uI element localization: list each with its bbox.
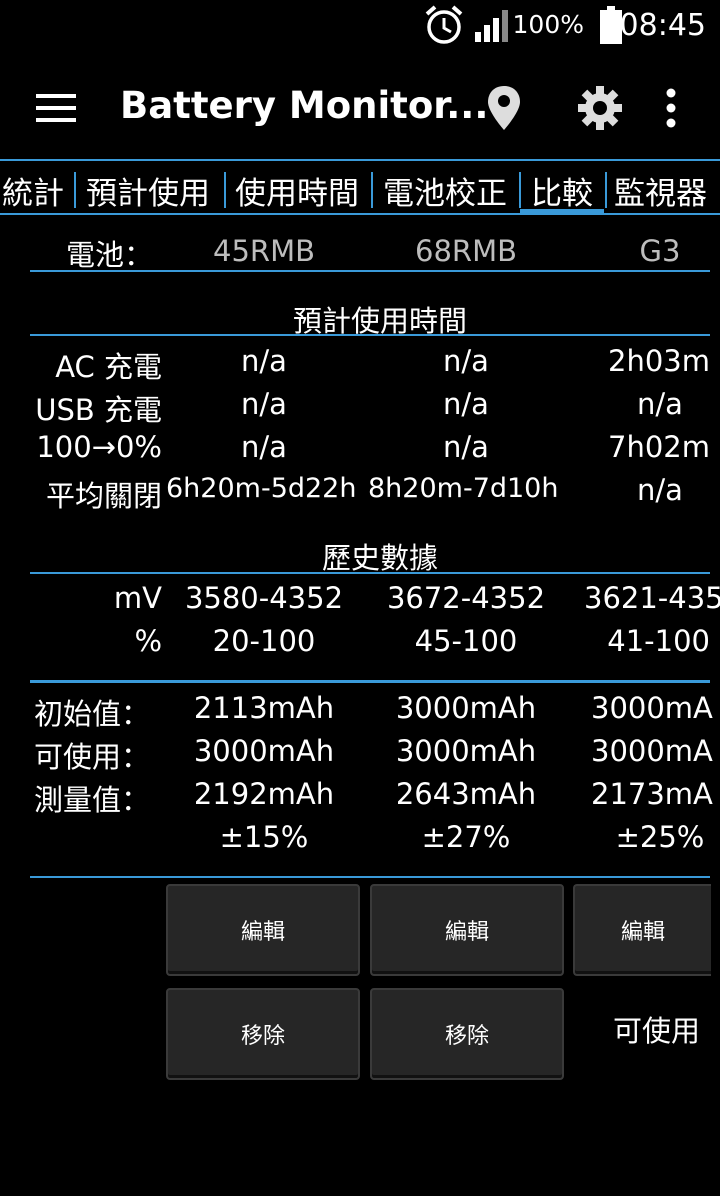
section-divider <box>30 572 710 574</box>
clock-time: 08:45 <box>619 8 706 43</box>
signal-strength-icon <box>475 10 508 42</box>
app-title: Battery Monitor... <box>120 84 489 127</box>
capacity-value: 3000mA <box>591 691 713 725</box>
tab-monitor[interactable]: 監視器 <box>614 168 707 213</box>
tab-separator <box>519 172 521 208</box>
estimate-value: 7h02m <box>608 430 710 464</box>
capacity-value: 2192mAh <box>193 777 335 811</box>
estimate-value: 8h20m-7d10h <box>368 473 559 504</box>
estimate-value: n/a <box>443 387 489 421</box>
battery-label: 電池： <box>66 238 154 272</box>
tab-separator <box>74 172 76 208</box>
tabs-bottom-divider <box>0 213 720 215</box>
capacity-value: 3000mA <box>591 734 713 768</box>
section-divider <box>30 334 710 336</box>
capacity-row-label: 可使用： <box>34 740 151 774</box>
remove-button-1[interactable]: 移除 <box>166 988 360 1080</box>
edit-button-1[interactable]: 編輯 <box>166 884 360 976</box>
capacity-value: 2643mAh <box>395 777 537 811</box>
tab-separator <box>605 172 607 208</box>
remove-button-2[interactable]: 移除 <box>370 988 564 1080</box>
tab-usage-time[interactable]: 使用時間 <box>235 168 359 213</box>
capacity-tolerance: ±15% <box>219 820 309 854</box>
section-divider <box>30 876 710 878</box>
capacity-value: 2173mA <box>591 777 713 811</box>
hamburger-menu-icon[interactable] <box>36 94 76 122</box>
estimate-value: n/a <box>637 473 683 507</box>
estimate-row-label: 平均關閉 <box>45 479 162 513</box>
estimate-row-label: USB 充電 <box>35 393 162 427</box>
history-value: 20-100 <box>212 624 316 658</box>
capacity-row-label: 初始值： <box>34 697 151 731</box>
tab-calibration[interactable]: 電池校正 <box>383 168 507 213</box>
estimate-value: 2h03m <box>608 344 710 378</box>
status-bar: 100% 08:45 <box>0 0 720 50</box>
capacity-value: 2113mAh <box>193 691 335 725</box>
estimate-row-label: AC 充電 <box>55 350 162 384</box>
capacity-tolerance: ±27% <box>421 820 511 854</box>
capacity-tolerance: ±25% <box>615 820 705 854</box>
estimate-value: 6h20m-5d22h <box>166 473 357 504</box>
estimate-value: n/a <box>241 430 287 464</box>
location-pin-icon[interactable] <box>486 84 522 132</box>
capacity-value: 3000mAh <box>395 734 537 768</box>
battery-name-3: G3 <box>639 234 681 268</box>
tab-separator <box>224 172 226 208</box>
alarm-clock-icon <box>425 5 463 44</box>
gear-icon[interactable] <box>578 86 622 130</box>
capacity-value: 3000mAh <box>395 691 537 725</box>
overflow-menu-icon[interactable] <box>664 88 678 128</box>
tab-separator <box>371 172 373 208</box>
history-row-label: mV <box>113 581 162 615</box>
history-value: 3580-4352 <box>184 581 344 615</box>
battery-name-2: 68RMB <box>415 234 517 268</box>
edit-button-2[interactable]: 編輯 <box>370 884 564 976</box>
history-row-label: % <box>134 624 162 658</box>
estimate-value: n/a <box>241 344 287 378</box>
usable-label: 可使用 <box>613 1014 701 1048</box>
tab-estimate[interactable]: 預計使用 <box>86 168 210 213</box>
history-value: 3621-435 <box>584 581 720 615</box>
tabs-top-divider <box>0 159 720 161</box>
capacity-value: 3000mAh <box>193 734 335 768</box>
battery-name-1: 45RMB <box>213 234 315 268</box>
battery-percent: 100% <box>512 10 584 39</box>
tab-statistics[interactable]: 統計 <box>2 168 64 213</box>
capacity-row-label: 測量值： <box>34 783 151 817</box>
history-value: 41-100 <box>607 624 710 658</box>
tab-compare[interactable]: 比較 <box>531 168 593 213</box>
estimate-value: n/a <box>241 387 287 421</box>
estimate-row-label: 100→0% <box>36 430 162 464</box>
estimate-value: n/a <box>637 387 683 421</box>
section-divider <box>30 680 710 683</box>
history-section-title: 歷史數據 <box>321 541 438 575</box>
edit-button-3[interactable]: 編輯 <box>573 884 711 976</box>
history-value: 3672-4352 <box>386 581 546 615</box>
section-divider <box>30 270 710 272</box>
